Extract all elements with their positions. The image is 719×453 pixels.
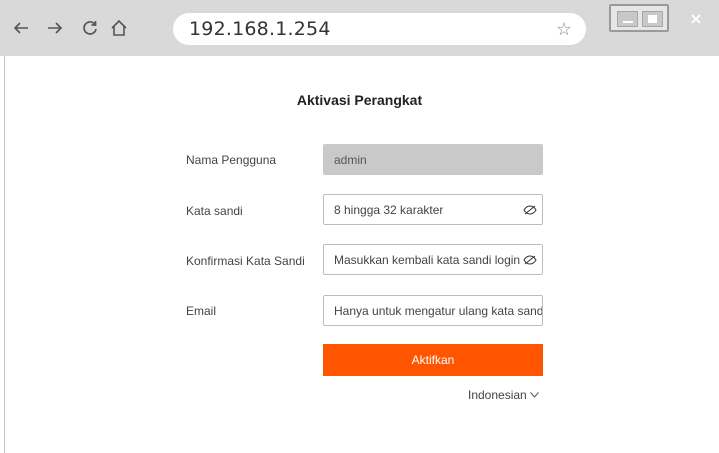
email-input[interactable]: Hanya untuk mengatur ulang kata sandi [323, 295, 543, 326]
reload-button[interactable] [78, 16, 102, 40]
maximize-button[interactable] [642, 11, 663, 27]
eye-hidden-icon[interactable] [523, 204, 537, 216]
password-label: Kata sandi [186, 204, 243, 218]
forward-button[interactable] [43, 16, 67, 40]
forward-arrow-icon [48, 22, 63, 34]
address-text: 192.168.1.254 [189, 18, 331, 40]
chevron-down-icon [529, 392, 539, 398]
home-icon [111, 19, 127, 36]
activate-button[interactable]: Aktifkan [323, 344, 543, 376]
confirm-password-placeholder: Masukkan kembali kata sandi login [334, 252, 521, 267]
reload-icon [83, 21, 97, 35]
minimize-button[interactable] [617, 11, 638, 27]
browser-toolbar: 192.168.1.254 ☆ × [0, 0, 719, 56]
username-field: admin [323, 144, 543, 175]
username-label: Nama Pengguna [186, 153, 277, 167]
language-label: Indonesian [468, 388, 527, 402]
window-left-border [4, 56, 5, 453]
back-button[interactable] [9, 16, 33, 40]
confirm-password-label: Konfirmasi Kata Sandi [186, 254, 305, 268]
password-input[interactable]: 8 hingga 32 karakter [323, 194, 543, 225]
email-placeholder: Hanya untuk mengatur ulang kata sandi [334, 303, 542, 318]
confirm-password-input[interactable]: Masukkan kembali kata sandi login [323, 244, 543, 275]
page-title: Aktivasi Perangkat [296, 92, 423, 108]
username-value: admin [334, 152, 367, 167]
address-bar[interactable]: 192.168.1.254 ☆ [173, 13, 586, 45]
close-window-button[interactable]: × [681, 6, 711, 30]
home-button[interactable] [107, 16, 131, 40]
language-selector[interactable]: Indonesian [468, 388, 539, 402]
email-label: Email [186, 304, 217, 318]
star-icon[interactable]: ☆ [556, 19, 572, 39]
eye-hidden-icon[interactable] [523, 254, 537, 266]
back-arrow-icon [13, 22, 28, 34]
password-placeholder: 8 hingga 32 karakter [334, 202, 444, 217]
window-controls: × [609, 4, 717, 34]
window-control-frame [609, 4, 669, 32]
